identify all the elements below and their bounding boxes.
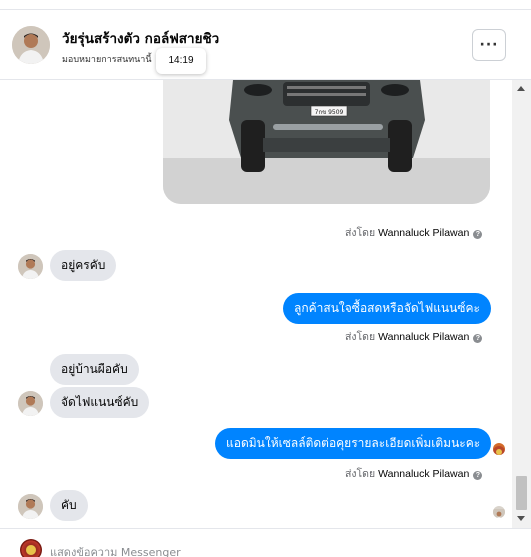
help-icon[interactable]: ? — [473, 230, 483, 239]
conversation-window: วัยรุ่นสร้างตัว กอล์ฟสายชิว มอบหมายการสน… — [0, 9, 531, 557]
message-input[interactable]: แสดงข้อความ Messenger — [50, 543, 181, 557]
message-bubble-outgoing[interactable]: ลูกค้าสนใจซื้อสดหรือจัดไฟแนนซ์คะ — [283, 293, 491, 324]
contact-name[interactable]: วัยรุ่นสร้างตัว กอล์ฟสายชิว — [62, 27, 219, 49]
sent-by-label: ส่งโดย Wannaluck Pilawan? — [345, 224, 483, 241]
timestamp-tooltip: 14:19 — [156, 48, 206, 74]
thread-scrollbar[interactable] — [512, 80, 531, 528]
help-icon[interactable]: ? — [473, 471, 483, 480]
assign-conversation-link[interactable]: มอบหมายการสนทนานี้ — [62, 52, 152, 66]
message-thread[interactable]: 7กข 9509 ส่งโดย Wannaluck Pilawan? อยู่ค… — [0, 80, 512, 528]
conversation-header: วัยรุ่นสร้างตัว กอล์ฟสายชิว มอบหมายการสน… — [0, 10, 531, 80]
customer-avatar[interactable] — [18, 254, 43, 279]
agent-name: Wannaluck Pilawan — [378, 227, 470, 239]
more-icon: ··· — [479, 37, 499, 53]
car-front-image: 7กข 9509 — [163, 80, 490, 204]
message-bubble-outgoing[interactable]: แอดมินให้เซลล์ติดต่อคุยรายละเอียดเพิ่มเต… — [215, 428, 492, 459]
help-icon[interactable]: ? — [473, 334, 483, 343]
scroll-up-icon[interactable] — [517, 86, 525, 91]
sent-by-label: ส่งโดย Wannaluck Pilawan? — [345, 465, 483, 482]
message-composer: แสดงข้อความ Messenger — [0, 528, 531, 557]
message-bubble-incoming[interactable]: คับ — [50, 490, 88, 521]
message-bubble-incoming[interactable]: อยู่ครคับ — [50, 250, 117, 281]
message-bubble-incoming[interactable]: จัดไฟแนนซ์คับ — [50, 387, 150, 418]
agent-name: Wannaluck Pilawan — [378, 468, 470, 480]
seen-avatar-icon — [493, 506, 505, 518]
more-options-button[interactable]: ··· — [472, 29, 506, 61]
person-avatar-icon — [18, 494, 43, 519]
person-avatar-icon — [18, 391, 43, 416]
message-bubble-incoming[interactable]: อยู่บ้านผือคับ — [50, 354, 139, 385]
scroll-down-icon[interactable] — [517, 516, 525, 521]
person-avatar-icon — [18, 254, 43, 279]
license-plate: 7กข 9509 — [315, 109, 344, 116]
contact-avatar[interactable] — [12, 26, 50, 64]
page-avatar — [20, 539, 42, 557]
seen-avatar-icon — [493, 443, 505, 455]
agent-name: Wannaluck Pilawan — [378, 331, 470, 343]
scrollbar-thumb[interactable] — [516, 476, 527, 510]
customer-avatar[interactable] — [18, 494, 43, 519]
person-avatar-icon — [12, 26, 50, 64]
sent-by-label: ส่งโดย Wannaluck Pilawan? — [345, 328, 483, 345]
customer-avatar[interactable] — [18, 391, 43, 416]
car-photo-attachment[interactable]: 7กข 9509 — [163, 80, 490, 204]
